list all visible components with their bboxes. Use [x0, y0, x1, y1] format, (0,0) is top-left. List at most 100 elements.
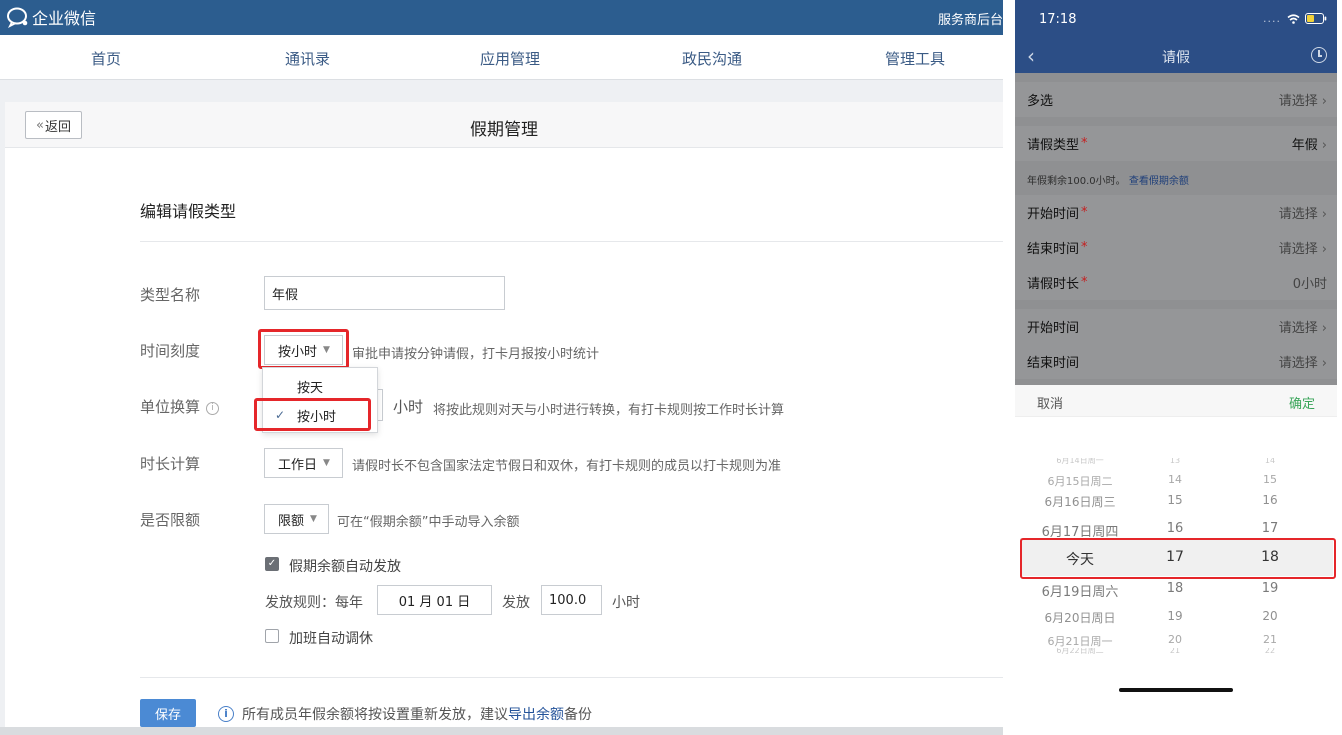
- chevron-right-icon: ›: [1321, 321, 1327, 336]
- unit-conversion-hint: 将按此规则对天与小时进行转换，有打卡规则按工作时长计算: [433, 403, 785, 418]
- auto-issue-label: 假期余额自动发放: [289, 559, 401, 575]
- minute-wheel-item[interactable]: 17: [1235, 521, 1305, 536]
- day-wheel-item[interactable]: 6月15日周二: [1025, 473, 1135, 489]
- signal-dots-icon: ....: [1263, 12, 1281, 25]
- row-label: 开始时间: [1027, 321, 1080, 336]
- status-bar: 17:18 ....: [1015, 0, 1337, 40]
- minute-wheel-item[interactable]: 16: [1235, 493, 1305, 507]
- hour-wheel-item[interactable]: 14: [1140, 473, 1210, 486]
- hour-wheel-item[interactable]: 18: [1140, 581, 1210, 596]
- limit-label: 是否限额: [140, 511, 201, 529]
- history-clock-icon[interactable]: [1311, 47, 1327, 63]
- bottom-strip: [0, 727, 1003, 735]
- nav-management-tools[interactable]: 管理工具: [885, 48, 945, 69]
- form-row-end-time-2[interactable]: 结束时间 请选择 ›: [1015, 344, 1337, 379]
- hour-wheel-item[interactable]: 20: [1140, 633, 1210, 646]
- status-time: 17:18: [1039, 12, 1077, 27]
- hour-wheel-item[interactable]: 16: [1140, 521, 1210, 536]
- issue-unit: 小时: [612, 595, 640, 611]
- mobile-leave-request-screen: 17:18 .... ‹ 请假 多选 请选择 › 请假类型 * 年假 › 年假剩余10…: [1015, 0, 1337, 708]
- picker-cancel-button[interactable]: 取消: [1037, 393, 1063, 412]
- save-button[interactable]: 保存: [140, 699, 196, 727]
- time-scale-select[interactable]: 按小时 ▼: [264, 335, 343, 365]
- nav-home[interactable]: 首页: [91, 48, 121, 69]
- view-balance-link[interactable]: 查看假期余额: [1129, 176, 1189, 187]
- time-scale-value: 按小时: [278, 344, 318, 360]
- unit-conversion-unit: 小时: [393, 398, 424, 416]
- info-icon[interactable]: i: [206, 402, 220, 415]
- option-by-day[interactable]: 按天: [263, 372, 377, 400]
- form-row-multi-select[interactable]: 多选 请选择 ›: [1015, 82, 1337, 117]
- hour-wheel-item[interactable]: 17: [1140, 549, 1210, 565]
- form-row-start-time-2[interactable]: 开始时间 请选择 ›: [1015, 309, 1337, 344]
- minute-wheel-item[interactable]: 14: [1235, 458, 1305, 465]
- hour-wheel-item[interactable]: 21: [1140, 648, 1210, 655]
- duration-hint: 请假时长不包含国家法定节假日和双休，有打卡规则的成员以打卡规则为准: [352, 459, 782, 474]
- overtime-checkbox[interactable]: [265, 629, 279, 643]
- day-wheel-item[interactable]: 6月14日周一: [1025, 458, 1135, 465]
- day-wheel-item[interactable]: 6月19日周六: [1025, 581, 1135, 600]
- wecom-logo-icon: [7, 7, 28, 28]
- export-balance-link[interactable]: 导出余额: [508, 704, 564, 724]
- time-scale-label: 时间刻度: [140, 342, 201, 360]
- logo: 企业微信: [6, 6, 96, 28]
- wifi-icon: [1287, 13, 1300, 24]
- minute-wheel-item[interactable]: 18: [1235, 549, 1305, 565]
- minute-wheel-item[interactable]: 15: [1235, 473, 1305, 486]
- day-wheel-item[interactable]: 6月16日周三: [1025, 493, 1135, 510]
- option-by-hour[interactable]: ✓ 按小时: [263, 401, 377, 429]
- section-divider: [140, 241, 1003, 242]
- auto-issue-checkbox[interactable]: ✓: [265, 557, 279, 571]
- issue-amount-input[interactable]: 100.0: [541, 585, 602, 615]
- duration-value: 工作日: [278, 457, 318, 473]
- day-wheel-item[interactable]: 今天: [1025, 549, 1135, 569]
- panel-header: « 返回 假期管理: [5, 102, 1003, 148]
- row-value: 年假: [1291, 138, 1318, 153]
- minute-wheel-item[interactable]: 22: [1235, 648, 1305, 655]
- desktop-admin-window: 企业微信 服务商后台 首页 通讯录 应用管理 政民沟通 管理工具 « 返回 假期…: [0, 0, 1003, 735]
- chevron-right-icon: ›: [1321, 242, 1327, 257]
- row-label: 请假时长: [1027, 277, 1080, 292]
- footer-divider: [140, 677, 1003, 678]
- issue-date-input[interactable]: 01 月 01 日: [377, 585, 492, 615]
- issue-word: 发放: [502, 595, 530, 611]
- reissue-notice: i 所有成员年假余额将按设置重新发放，建议 导出余额 备份: [218, 704, 592, 724]
- day-wheel-item[interactable]: 6月20日周日: [1025, 609, 1135, 626]
- duration-select[interactable]: 工作日 ▼: [264, 448, 343, 478]
- nav-app-management[interactable]: 应用管理: [480, 48, 540, 69]
- minute-wheel-item[interactable]: 21: [1235, 633, 1305, 646]
- row-label: 结束时间: [1027, 242, 1080, 257]
- row-value: 请选择: [1278, 94, 1318, 109]
- row-label: 多选: [1027, 94, 1054, 109]
- nav-gov-communication[interactable]: 政民沟通: [682, 48, 742, 69]
- form-row-end-time[interactable]: 结束时间 * 请选择 ›: [1015, 230, 1337, 265]
- required-mark: *: [1081, 275, 1088, 290]
- picker-confirm-button[interactable]: 确定: [1289, 393, 1315, 412]
- hour-wheel-item[interactable]: 19: [1140, 609, 1210, 623]
- day-wheel-item[interactable]: 6月22日周二: [1025, 648, 1135, 655]
- minute-wheel-item[interactable]: 20: [1235, 609, 1305, 623]
- duration-label: 时长计算: [140, 455, 201, 473]
- datetime-picker: 取消 确定 6月14日周一 6月15日周二 6月16日周三 6月17日周四 今天 6月19…: [1015, 385, 1337, 708]
- time-scale-dropdown: 按天 ✓ 按小时: [262, 367, 378, 433]
- form-row-duration[interactable]: 请假时长 * 0小时: [1015, 265, 1337, 300]
- limit-hint: 可在“假期余额”中手动导入余额: [337, 515, 520, 530]
- chevron-right-icon: ›: [1321, 207, 1327, 222]
- minute-wheel-item[interactable]: 19: [1235, 581, 1305, 596]
- row-label: 开始时间: [1027, 207, 1080, 222]
- day-wheel-item[interactable]: 6月17日周四: [1025, 521, 1135, 540]
- page-title: 假期管理: [470, 120, 538, 140]
- row-label: 结束时间: [1027, 356, 1080, 371]
- row-value: 请选择: [1278, 207, 1318, 222]
- notice-suffix: 备份: [564, 707, 592, 723]
- hour-wheel-item[interactable]: 15: [1140, 493, 1210, 507]
- limit-select[interactable]: 限额 ▼: [264, 504, 329, 534]
- type-name-input[interactable]: 年假: [264, 276, 505, 310]
- form-row-start-time[interactable]: 开始时间 * 请选择 ›: [1015, 195, 1337, 230]
- day-wheel-item[interactable]: 6月21日周一: [1025, 633, 1135, 649]
- nav-contacts[interactable]: 通讯录: [285, 48, 330, 69]
- form-row-leave-type[interactable]: 请假类型 * 年假 ›: [1015, 126, 1337, 161]
- hour-wheel-item[interactable]: 13: [1140, 458, 1210, 465]
- leave-management-panel: « 返回 假期管理 编辑请假类型 类型名称 年假 时间刻度 按小时 ▼ 审批申请…: [5, 102, 1003, 735]
- service-provider-link[interactable]: 服务商后台: [938, 9, 1003, 28]
